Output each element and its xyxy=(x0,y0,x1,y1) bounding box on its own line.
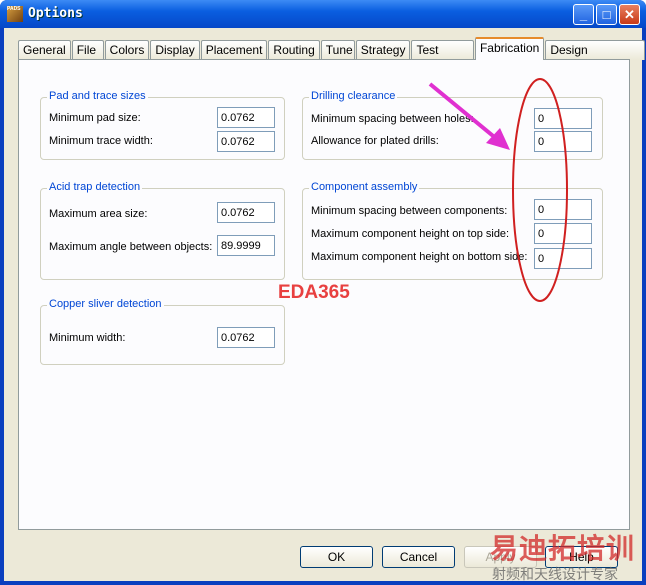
rf-antenna-watermark: 射频和天线设计专家 xyxy=(492,567,618,583)
annotation-overlay xyxy=(428,78,568,302)
training-watermark: 易迪拓培训 xyxy=(490,533,636,564)
annotation-ellipse xyxy=(512,78,568,302)
ok-button[interactable]: OK xyxy=(300,546,373,568)
cancel-button[interactable]: Cancel xyxy=(382,546,455,568)
annotation-arrow xyxy=(428,82,510,150)
tab-fabrication[interactable]: Fabrication xyxy=(474,37,545,60)
